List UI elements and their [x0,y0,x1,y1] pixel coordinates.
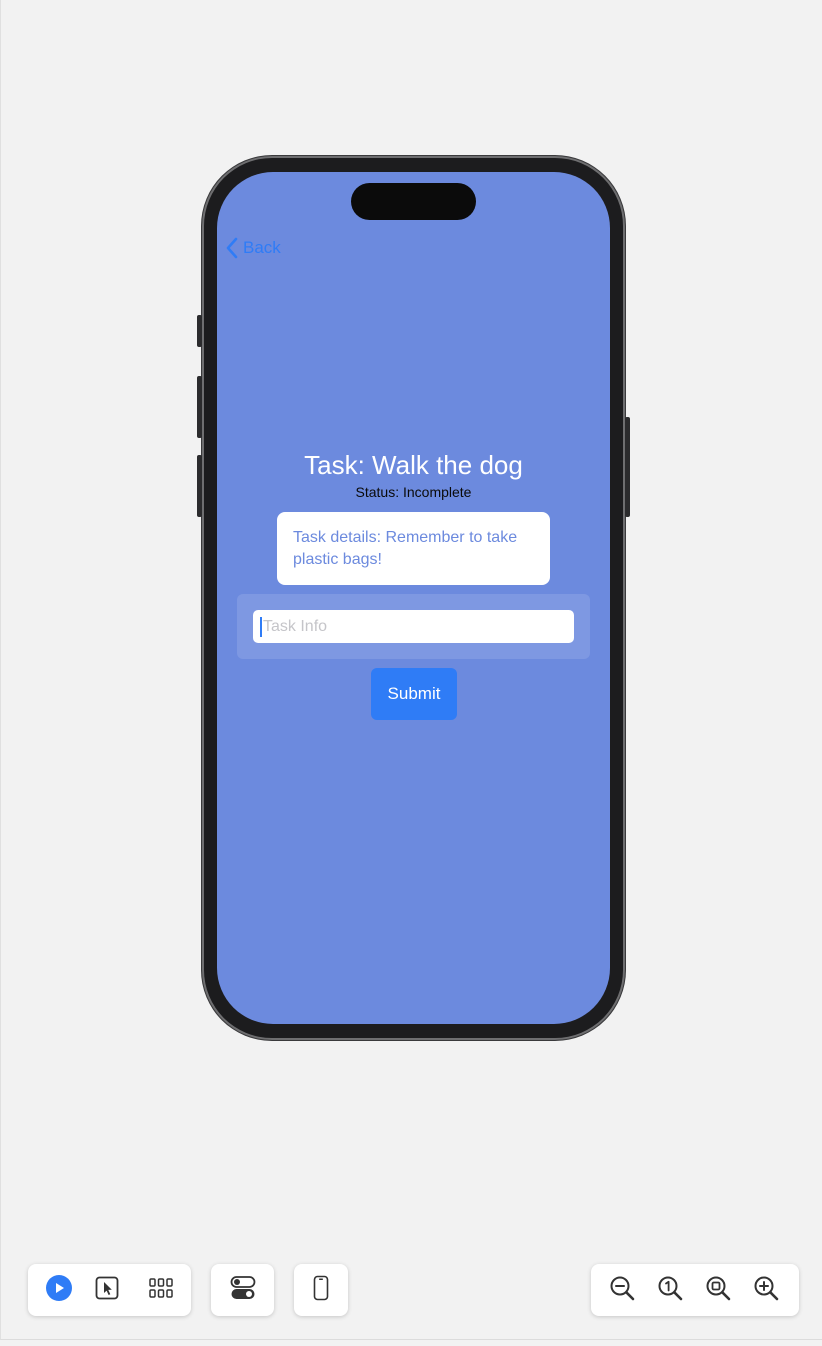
submit-button[interactable]: Submit [371,668,457,720]
canvas-settings-button[interactable] [219,1264,267,1316]
zoom-toolbar [591,1264,799,1316]
grid-icon [148,1277,174,1304]
zoom-actual-size-icon [656,1274,684,1307]
device-settings-toolbar [294,1264,348,1316]
phone-screen: Back Task: Walk the dog Status: Incomple… [217,172,610,1024]
zoom-to-fit-button[interactable] [694,1264,742,1316]
chevron-left-icon [225,237,239,259]
mode-toolbar [28,1264,191,1316]
live-preview-button[interactable] [35,1264,83,1316]
preview-canvas: Back Task: Walk the dog Status: Incomple… [0,0,822,1340]
dynamic-island [351,183,476,220]
task-details-card: Task details: Remember to take plastic b… [277,512,550,585]
device-settings-button[interactable] [297,1264,345,1316]
toggle-settings-icon [230,1275,256,1306]
play-icon [45,1274,73,1307]
task-info-placeholder: Task Info [263,617,328,635]
zoom-in-button[interactable] [742,1264,790,1316]
zoom-in-icon [752,1274,780,1307]
text-caret [260,616,262,637]
zoom-out-button[interactable] [598,1264,646,1316]
zoom-actual-size-button[interactable] [646,1264,694,1316]
task-info-field-container: Task Info [237,594,590,659]
task-title: Task: Walk the dog [304,450,523,480]
task-info-input[interactable]: Task Info [253,610,574,643]
variants-mode-button[interactable] [137,1264,185,1316]
zoom-fit-icon [704,1274,732,1307]
phone-volume-up-button [197,376,202,438]
selectable-mode-button[interactable] [83,1264,131,1316]
phone-volume-down-button [197,455,202,517]
canvas-settings-toolbar [211,1264,274,1316]
task-status: Status: Incomplete [355,484,472,500]
device-icon [313,1275,329,1306]
phone-silent-switch [197,315,202,347]
select-cursor-icon [94,1275,120,1306]
back-button[interactable]: Back [225,236,281,260]
back-label: Back [243,238,281,257]
phone-power-button [625,417,630,517]
zoom-out-icon [608,1274,636,1307]
